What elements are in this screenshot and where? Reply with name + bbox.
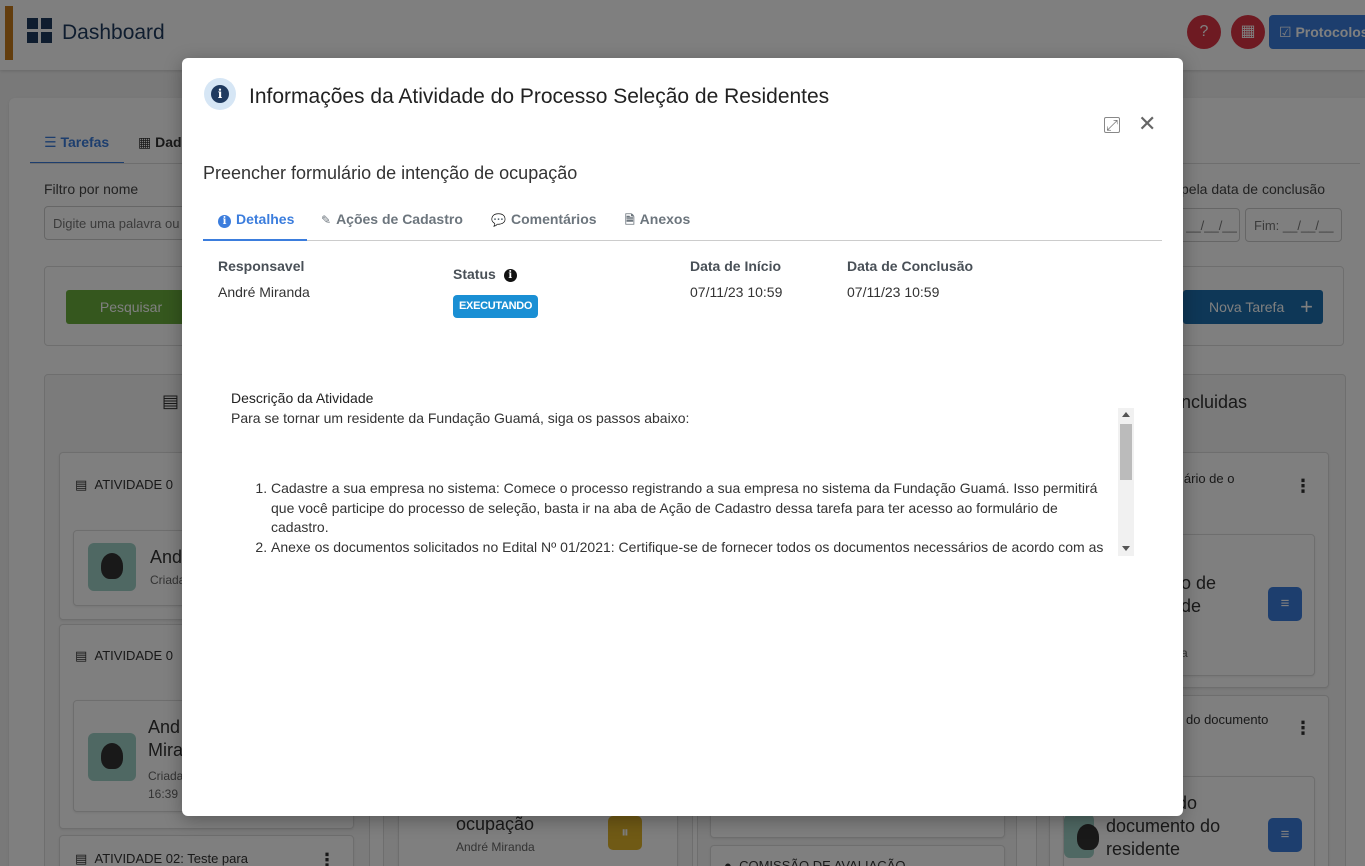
modal-tabs: i Detalhes ✎ Ações de Cadastro 💬 Comentário…: [203, 201, 1162, 241]
description-intro: Para se tornar um residente da Fundação …: [231, 410, 690, 426]
description-box[interactable]: Para se tornar um residente da Fundação …: [231, 410, 1134, 556]
description-scrollbar[interactable]: [1118, 408, 1134, 556]
modal-title: Informações da Atividade do Processo Sel…: [249, 85, 830, 108]
responsavel-label: Responsavel: [218, 258, 305, 274]
close-icon[interactable]: ✕: [1138, 113, 1156, 135]
modal-info-icon: i: [204, 78, 236, 110]
data-inicio-label: Data de Início: [690, 258, 782, 274]
tab-comentarios[interactable]: 💬 Comentários: [491, 211, 597, 227]
description-steps: Cadastre a sua empresa no sistema: Comec…: [271, 479, 1111, 556]
tab-anexos-label: Anexos: [639, 211, 691, 227]
activity-subtitle: Preencher formulário de intenção de ocup…: [203, 163, 578, 183]
description-step: Cadastre a sua empresa no sistema: Comec…: [271, 479, 1111, 538]
scroll-up-arrow[interactable]: [1122, 412, 1130, 417]
info-circle-icon: i: [218, 215, 231, 228]
scroll-thumb[interactable]: [1120, 424, 1132, 480]
description-title: Descrição da Atividade: [231, 390, 374, 406]
tab-detalhes-label: Detalhes: [236, 211, 295, 227]
tab-anexos[interactable]: 🗎 Anexos: [625, 211, 690, 232]
status-info-icon[interactable]: i: [503, 269, 517, 282]
description-step: Anexe os documentos solicitados no Edita…: [271, 538, 1111, 557]
magic-wand-icon: ✎: [321, 213, 332, 227]
data-inicio-value: 07/11/23 10:59: [690, 284, 783, 300]
tab-acoes-cadastro[interactable]: ✎ Ações de Cadastro: [321, 211, 463, 227]
file-icon: 🗎: [625, 213, 635, 227]
activity-info-modal: i Informações da Atividade do Processo S…: [182, 58, 1183, 816]
active-tab-underline: [203, 239, 307, 241]
tab-comentarios-label: Comentários: [510, 211, 597, 227]
status-label: Status i: [453, 266, 517, 282]
data-conclusao-value: 07/11/23 10:59: [847, 284, 940, 300]
expand-icon[interactable]: ⤢: [1104, 117, 1120, 134]
scroll-down-arrow[interactable]: [1122, 546, 1130, 551]
comments-icon: 💬: [491, 213, 506, 227]
tab-detalhes[interactable]: i Detalhes: [218, 211, 294, 228]
responsavel-value: André Miranda: [218, 284, 310, 300]
tab-acoes-label: Ações de Cadastro: [336, 211, 463, 227]
status-badge: EXECUTANDO: [453, 295, 539, 318]
data-conclusao-label: Data de Conclusão: [847, 258, 974, 274]
